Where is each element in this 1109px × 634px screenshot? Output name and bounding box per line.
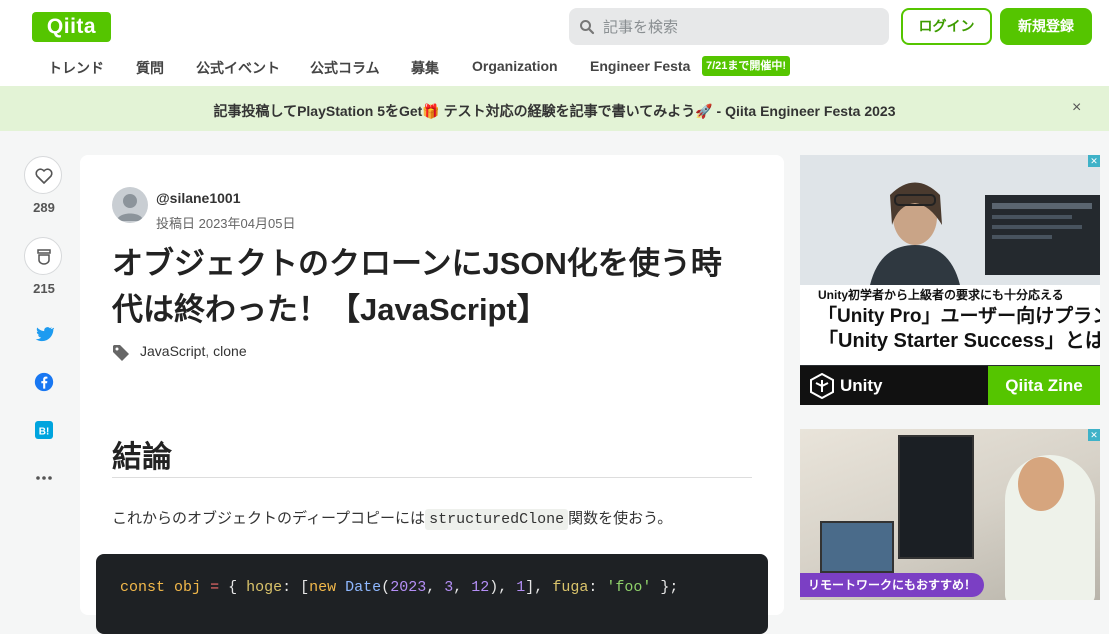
article-card: @silane1001 投稿日 2023年04月05日 オブジェクトのクローンに… [80,155,784,634]
article-paragraph: これからのオブジェクトのディープコピーには structuredClone 関数を使… [112,509,673,530]
nav-item-recruit[interactable]: 募集 [411,58,439,78]
article-title: オブジェクトのクローンにJSON化を使う時代は終わった！【JavaScript】 [112,246,722,327]
tag-list: JavaScript, clone [140,343,247,359]
svg-text:B!: B! [39,427,50,438]
ad-remote-work[interactable]: リモートワークにもおすすめ！ ✕ [800,429,1100,600]
banner-text[interactable]: 記事投稿してPlayStation 5をGet🎁 テスト対応の経験を記事で書いて… [0,101,1109,121]
post-date: 投稿日 2023年04月05日 [156,216,296,231]
ad-laptop-image [820,521,894,573]
stock-count: 215 [33,281,55,296]
ad-brand-unity: Unity [840,376,883,395]
nav-item-trend[interactable]: トレンド [48,58,104,78]
author-username[interactable]: @silane1001 [156,190,241,206]
ad-line-3: 「Unity Starter Success」とは [818,330,1100,352]
ad-unity[interactable]: Unity初学者から上級者の要求にも十分応える 「Unity Pro」ユーザー向… [800,155,1100,405]
festa-banner[interactable]: 記事投稿してPlayStation 5をGet🎁 テスト対応の経験を記事で書いて… [0,86,1109,131]
code-block: const obj = { hoge: [new Date(2023, 3, 1… [96,554,768,634]
stock-icon [37,249,51,265]
twitter-icon[interactable] [34,324,54,344]
tag-clone[interactable]: clone [213,343,246,359]
tag-icon [113,345,129,361]
ad-illustration [800,155,1100,285]
search-icon [580,20,595,35]
hatena-bookmark-icon[interactable]: B! [34,420,54,440]
heading-divider [112,477,752,478]
nav-item-organization[interactable]: Organization [472,58,558,74]
like-button[interactable] [24,156,62,194]
stock-button[interactable] [24,237,62,275]
signup-button[interactable]: 新規登録 [1000,8,1092,45]
qiita-logo[interactable]: Qiita [32,12,111,42]
inline-code: structuredClone [425,509,569,530]
nav-item-official-columns[interactable]: 公式コラム [310,58,380,78]
ad-caption: リモートワークにもおすすめ！ [800,573,985,597]
avatar[interactable] [112,187,148,223]
more-options-icon[interactable] [34,468,54,488]
tag-javascript[interactable]: JavaScript [140,343,205,359]
search-input[interactable] [601,8,885,47]
user-icon [117,194,143,221]
ad-brand-qiita-zine: Qiita Zine [988,366,1100,405]
ad-monitor-image [898,435,974,559]
ad-person-head [1018,457,1064,511]
site-header: Qiita ログイン 新規登録 トレンド 質問 公式イベント 公式コラム 募集 … [0,0,1109,86]
heart-icon [35,168,53,184]
code-line: const obj = { hoge: [new Date(2023, 3, 1… [120,579,679,596]
facebook-icon[interactable] [34,372,54,392]
nav-item-official-events[interactable]: 公式イベント [196,58,280,78]
nav-item-questions[interactable]: 質問 [136,58,164,78]
unity-logo-icon [810,373,834,399]
section-heading: 結論 [112,441,172,474]
login-button[interactable]: ログイン [901,8,992,45]
nav-item-engineer-festa[interactable]: Engineer Festa [590,58,690,74]
search-box[interactable] [569,8,889,47]
close-icon[interactable]: × [1072,99,1081,117]
main-nav: トレンド 質問 公式イベント 公式コラム 募集 Organization Eng… [0,52,1109,82]
festa-badge: 7/21まで開催中! [702,56,791,76]
ad-choices-icon[interactable]: ✕ [1088,429,1100,441]
ad-photo [800,155,1100,285]
like-count: 289 [33,200,55,215]
ad-choices-icon[interactable]: ✕ [1088,155,1100,167]
